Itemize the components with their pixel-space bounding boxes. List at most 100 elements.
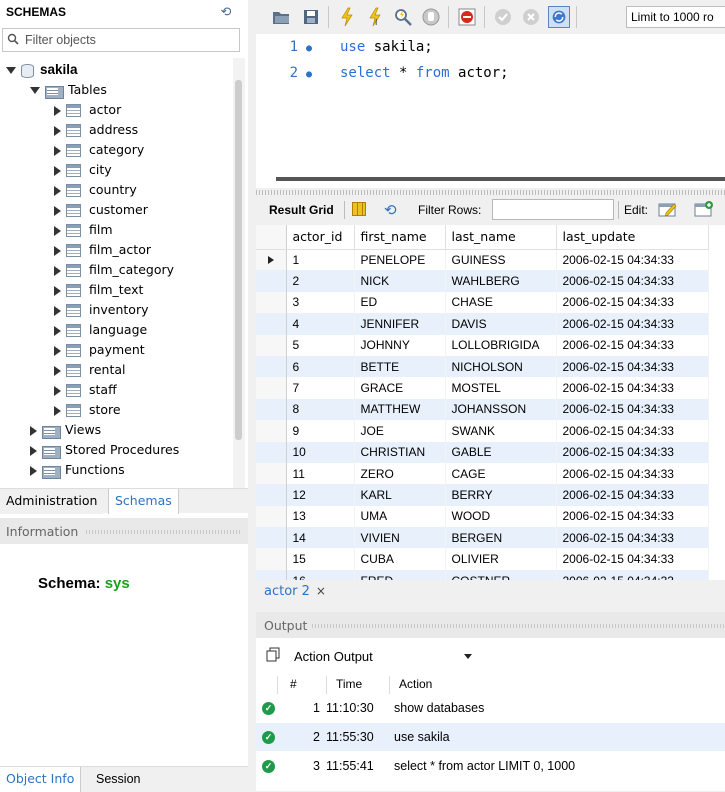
cell-actor-id[interactable]: 2: [286, 270, 355, 292]
filter-objects-box[interactable]: [2, 28, 240, 52]
cell-last-update[interactable]: 2006-02-15 04:34:33: [556, 249, 709, 271]
add-row-icon[interactable]: [694, 200, 714, 218]
output-row[interactable]: ✓ 2 11:55:30 use sakila: [256, 723, 725, 751]
expand-arrow-icon[interactable]: [54, 365, 61, 376]
cell-actor-id[interactable]: 6: [286, 355, 355, 378]
row-header[interactable]: [256, 249, 287, 271]
edit-row-icon[interactable]: [658, 200, 678, 218]
tree-item-functions[interactable]: Functions: [30, 460, 125, 480]
expand-arrow-icon[interactable]: [54, 345, 61, 356]
limit-rows-select[interactable]: Limit to 1000 ro: [626, 6, 725, 28]
result-grid-label[interactable]: Result Grid: [269, 203, 334, 217]
cell-actor-id[interactable]: 9: [286, 420, 355, 442]
cell-last-name[interactable]: CHASE: [445, 291, 557, 314]
tree-item-tables[interactable]: Tables: [30, 80, 107, 100]
cell-first-name[interactable]: CUBA: [354, 548, 446, 570]
rollback-icon[interactable]: [520, 6, 542, 28]
cell-last-update[interactable]: 2006-02-15 04:34:33: [556, 420, 709, 442]
filter-rows-input[interactable]: [492, 199, 614, 220]
expand-arrow-icon[interactable]: [54, 325, 61, 336]
sql-editor[interactable]: 1 ● use sakila; 2 ● select * from actor;: [256, 34, 725, 174]
expand-arrow-icon[interactable]: [54, 125, 61, 136]
grid-layout-icon[interactable]: [352, 202, 366, 216]
table-row[interactable]: 9 JOE SWANK 2006-02-15 04:34:33: [256, 420, 709, 442]
expand-arrow-icon[interactable]: [54, 305, 61, 316]
cell-first-name[interactable]: FRED: [354, 569, 446, 580]
cell-actor-id[interactable]: 4: [286, 313, 355, 335]
tree-table-film_category[interactable]: film_category: [54, 260, 174, 280]
column-header-number[interactable]: #: [290, 672, 297, 696]
cell-actor-id[interactable]: 16: [286, 569, 355, 580]
cell-first-name[interactable]: NICK: [354, 270, 446, 292]
table-row[interactable]: 11 ZERO CAGE 2006-02-15 04:34:33: [256, 462, 709, 485]
cell-last-update[interactable]: 2006-02-15 04:34:33: [556, 313, 709, 335]
expand-arrow-icon[interactable]: [54, 185, 61, 196]
cell-first-name[interactable]: MATTHEW: [354, 398, 446, 421]
table-row[interactable]: 2 NICK WAHLBERG 2006-02-15 04:34:33: [256, 270, 709, 292]
cell-last-name[interactable]: NICHOLSON: [445, 355, 557, 378]
cell-actor-id[interactable]: 14: [286, 527, 355, 549]
table-row[interactable]: 14 VIVIEN BERGEN 2006-02-15 04:34:33: [256, 527, 709, 549]
cell-first-name[interactable]: PENELOPE: [354, 249, 446, 271]
table-row[interactable]: 5 JOHNNY LOLLOBRIGIDA 2006-02-15 04:34:33: [256, 334, 709, 356]
cell-last-name[interactable]: BERRY: [445, 484, 557, 506]
cell-first-name[interactable]: JOE: [354, 420, 446, 442]
editor-results-splitter[interactable]: [256, 190, 725, 195]
tab-session[interactable]: Session: [90, 767, 146, 792]
cell-first-name[interactable]: KARL: [354, 484, 446, 506]
cell-actor-id[interactable]: 12: [286, 484, 355, 506]
table-row[interactable]: 6 BETTE NICHOLSON 2006-02-15 04:34:33: [256, 355, 709, 378]
expand-arrow-icon[interactable]: [54, 405, 61, 416]
editor-hscrollbar-thumb[interactable]: [276, 177, 725, 181]
row-header[interactable]: [256, 355, 287, 378]
cell-last-name[interactable]: OLIVIER: [445, 548, 557, 570]
cell-last-name[interactable]: GABLE: [445, 441, 557, 463]
cell-last-update[interactable]: 2006-02-15 04:34:33: [556, 527, 709, 549]
open-folder-icon[interactable]: [270, 6, 292, 28]
cell-last-update[interactable]: 2006-02-15 04:34:33: [556, 334, 709, 356]
cell-first-name[interactable]: GRACE: [354, 377, 446, 399]
expand-arrow-icon[interactable]: [30, 425, 37, 436]
row-header[interactable]: [256, 377, 287, 399]
tree-table-customer[interactable]: customer: [54, 200, 148, 220]
information-drag-handle[interactable]: [86, 530, 242, 534]
cell-last-update[interactable]: 2006-02-15 04:34:33: [556, 355, 709, 378]
cell-last-name[interactable]: CAGE: [445, 462, 557, 485]
result-grid[interactable]: actor_id first_name last_name last_updat…: [256, 225, 725, 580]
tree-schema-sakila[interactable]: sakila: [6, 60, 78, 80]
cell-actor-id[interactable]: 11: [286, 462, 355, 485]
cell-last-name[interactable]: GUINESS: [445, 249, 557, 271]
column-header-first-name[interactable]: first_name: [354, 225, 446, 250]
cell-last-update[interactable]: 2006-02-15 04:34:33: [556, 270, 709, 292]
output-row[interactable]: ✓ 1 11:10:30 show databases: [256, 694, 725, 722]
column-header-last-update[interactable]: last_update: [556, 225, 709, 250]
output-drag-handle[interactable]: [312, 624, 725, 628]
tree-table-rental[interactable]: rental: [54, 360, 126, 380]
tree-scrollbar-thumb[interactable]: [235, 80, 242, 440]
cell-actor-id[interactable]: 10: [286, 441, 355, 463]
expand-arrow-icon[interactable]: [54, 285, 61, 296]
table-row[interactable]: 15 CUBA OLIVIER 2006-02-15 04:34:33: [256, 548, 709, 570]
cell-actor-id[interactable]: 15: [286, 548, 355, 570]
cell-actor-id[interactable]: 5: [286, 334, 355, 356]
row-header[interactable]: [256, 420, 287, 442]
cell-first-name[interactable]: JOHNNY: [354, 334, 446, 356]
tree-table-film_actor[interactable]: film_actor: [54, 240, 151, 260]
refresh-icon[interactable]: ⟲: [218, 4, 234, 20]
output-type-select[interactable]: Action Output: [294, 646, 480, 668]
cell-actor-id[interactable]: 3: [286, 291, 355, 314]
cell-first-name[interactable]: CHRISTIAN: [354, 441, 446, 463]
tree-table-language[interactable]: language: [54, 320, 147, 340]
cell-last-name[interactable]: WAHLBERG: [445, 270, 557, 292]
tree-table-staff[interactable]: staff: [54, 380, 117, 400]
cell-last-update[interactable]: 2006-02-15 04:34:33: [556, 462, 709, 485]
output-row[interactable]: ✓ 3 11:55:41 select * from actor LIMIT 0, 1…: [256, 752, 725, 780]
table-row[interactable]: 4 JENNIFER DAVIS 2006-02-15 04:34:33: [256, 313, 709, 335]
execute-current-icon[interactable]: I: [364, 6, 386, 28]
table-row[interactable]: 7 GRACE MOSTEL 2006-02-15 04:34:33: [256, 377, 709, 399]
row-header[interactable]: [256, 527, 287, 549]
row-header[interactable]: [256, 505, 287, 528]
tree-table-inventory[interactable]: inventory: [54, 300, 149, 320]
row-header[interactable]: [256, 484, 287, 506]
close-icon[interactable]: ×: [316, 584, 326, 598]
